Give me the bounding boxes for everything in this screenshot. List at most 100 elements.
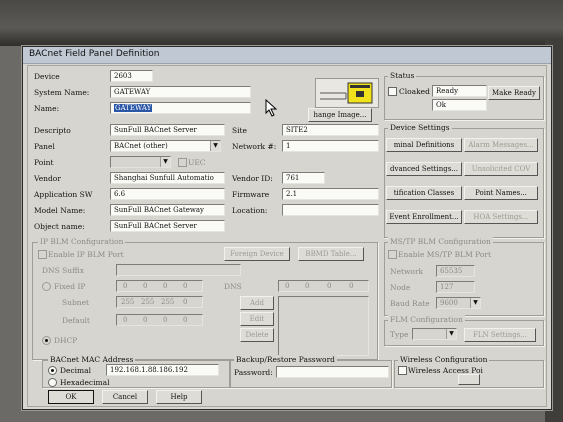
- make-ready-button[interactable]: Make Ready: [488, 86, 540, 100]
- description-input[interactable]: SunFull BACnet Server: [110, 124, 225, 136]
- subnet-octet-4: 0: [183, 298, 188, 306]
- baud-rate-dropdown[interactable]: 9600 ▼: [436, 297, 481, 309]
- hexadecimal-radio[interactable]: [48, 378, 57, 387]
- wireless-access-checkbox[interactable]: [398, 366, 407, 375]
- ip-blm-title: IP BLM Configuration: [38, 237, 126, 246]
- site-input[interactable]: SITE2: [282, 124, 379, 136]
- vendor-input[interactable]: Shanghai Sunfull Automatio: [110, 172, 225, 184]
- help-button[interactable]: Help: [156, 390, 202, 404]
- ip-octet-4: 0: [183, 282, 188, 290]
- object-name-input[interactable]: SunFull BACnet Server: [110, 220, 225, 232]
- description-label: Descripto: [34, 126, 71, 135]
- device-input[interactable]: 2603: [110, 70, 153, 82]
- system-name-label: System Name:: [34, 88, 90, 97]
- backup-restore-title: Backup/Restore Password: [234, 355, 337, 364]
- location-input[interactable]: [282, 204, 379, 216]
- dns-add-button[interactable]: Add: [240, 296, 274, 310]
- baud-rate-label: Baud Rate: [390, 299, 430, 308]
- fixed-ip-input[interactable]: 0 0 0 0: [116, 280, 203, 292]
- default-label: Default: [62, 316, 90, 325]
- mstp-network-input[interactable]: 65535: [436, 265, 475, 277]
- ip-octet-1: 0: [123, 282, 128, 290]
- flm-title: FLM Configuration: [388, 315, 465, 324]
- name-label: Name:: [34, 104, 60, 113]
- uec-checkbox[interactable]: [178, 158, 187, 167]
- change-image-button[interactable]: hange Image...: [308, 108, 372, 122]
- dns-octet-3: 0: [327, 282, 332, 290]
- panel-label: Panel: [34, 142, 55, 151]
- notification-classes-button[interactable]: tification Classes: [386, 186, 462, 200]
- point-label: Point: [34, 158, 54, 167]
- chevron-down-icon[interactable]: ▼: [470, 298, 480, 308]
- dns-edit-button[interactable]: Edit: [240, 312, 274, 326]
- fln-settings-button[interactable]: FLN Settings...: [464, 328, 536, 342]
- dns-server-list[interactable]: [278, 296, 369, 356]
- advanced-settings-button[interactable]: dvanced Settings...: [386, 162, 462, 176]
- dhcp-radio[interactable]: [42, 336, 51, 345]
- dns-label: DNS: [224, 282, 242, 291]
- mstp-node-input[interactable]: 127: [436, 281, 475, 293]
- name-input[interactable]: GATEWAY: [110, 102, 251, 114]
- dns-suffix-label: DNS Suffix: [42, 266, 85, 275]
- network-label: Network #:: [232, 142, 277, 151]
- network-input[interactable]: 1: [282, 140, 379, 152]
- panel-dropdown[interactable]: BACnet (other) ▼: [110, 140, 221, 152]
- chevron-down-icon[interactable]: ▼: [210, 141, 220, 151]
- baud-rate-value: 9600: [440, 299, 458, 307]
- wireless-settings-button[interactable]: [458, 374, 480, 385]
- password-input[interactable]: [276, 366, 389, 378]
- enable-mstp-checkbox[interactable]: [388, 250, 397, 259]
- vendor-id-input[interactable]: 761: [282, 172, 325, 184]
- foreign-device-button[interactable]: Foreign Device: [224, 247, 290, 261]
- object-name-label: Object name:: [34, 222, 85, 231]
- decimal-radio[interactable]: [48, 366, 57, 375]
- mstp-blm-title: MS/TP BLM Configuration: [388, 237, 493, 246]
- mstp-node-label: Node: [390, 283, 411, 292]
- mac-decimal-input[interactable]: 192.168.1.88.186.192: [106, 364, 219, 376]
- hoa-settings-button[interactable]: HOA Settings...: [464, 210, 538, 224]
- cancel-button[interactable]: Cancel: [102, 390, 148, 404]
- unsolicited-cov-button[interactable]: Unsolicited COV: [464, 162, 538, 176]
- vendor-id-label: Vendor ID:: [232, 174, 273, 183]
- point-names-button[interactable]: Point Names...: [464, 186, 538, 200]
- app-sw-input[interactable]: 6.6: [110, 188, 225, 200]
- flm-type-dropdown[interactable]: ▼: [412, 328, 457, 340]
- subnet-octet-2: 255: [141, 298, 155, 306]
- dns-input[interactable]: 0 0 0 0: [278, 280, 369, 292]
- status-state-field: Ready: [432, 85, 487, 97]
- model-name-label: Model Name:: [34, 206, 86, 215]
- bbmd-table-button[interactable]: BBMD Table...: [298, 247, 364, 261]
- dns-suffix-input[interactable]: [116, 264, 241, 276]
- default-octet-4: 0: [183, 316, 188, 324]
- fixed-ip-radio[interactable]: [42, 282, 51, 291]
- default-octet-3: 0: [163, 316, 168, 324]
- chevron-down-icon[interactable]: ▼: [446, 329, 456, 339]
- dns-octet-4: 0: [349, 282, 354, 290]
- panel-value: BACnet (other): [114, 142, 168, 150]
- dns-octet-1: 0: [285, 282, 290, 290]
- wireless-title: Wireless Configuration: [398, 355, 490, 364]
- alarm-messages-button[interactable]: Alarm Messages...: [464, 138, 538, 152]
- dns-delete-button[interactable]: Delete: [240, 328, 274, 342]
- subnet-input[interactable]: 255 255 255 0: [116, 296, 203, 308]
- title-bar: BACnet Field Panel Definition: [23, 47, 551, 64]
- chevron-down-icon[interactable]: ▼: [160, 157, 170, 167]
- decimal-label: Decimal: [60, 366, 92, 375]
- event-enrollment-button[interactable]: Event Enrollment...: [386, 210, 462, 224]
- enable-mstp-label: Enable MS/TP BLM Port: [398, 250, 491, 259]
- hexadecimal-label: Hexadecimal: [60, 378, 110, 387]
- cloaked-checkbox[interactable]: [388, 87, 397, 96]
- firmware-input[interactable]: 2.1: [282, 188, 379, 200]
- location-label: Location:: [232, 206, 268, 215]
- ip-octet-2: 0: [143, 282, 148, 290]
- subnet-octet-3: 255: [161, 298, 175, 306]
- ok-button[interactable]: OK: [48, 390, 94, 404]
- system-name-input[interactable]: GATEWAY: [110, 86, 251, 98]
- point-dropdown[interactable]: ▼: [110, 156, 171, 168]
- terminal-definitions-button[interactable]: minal Definitions: [386, 138, 462, 152]
- enable-ip-blm-checkbox[interactable]: [38, 250, 47, 259]
- default-octet-2: 0: [143, 316, 148, 324]
- model-name-input[interactable]: SunFull BACnet Gateway: [110, 204, 225, 216]
- default-gateway-input[interactable]: 0 0 0 0: [116, 314, 203, 326]
- desktop-background: [0, 0, 563, 46]
